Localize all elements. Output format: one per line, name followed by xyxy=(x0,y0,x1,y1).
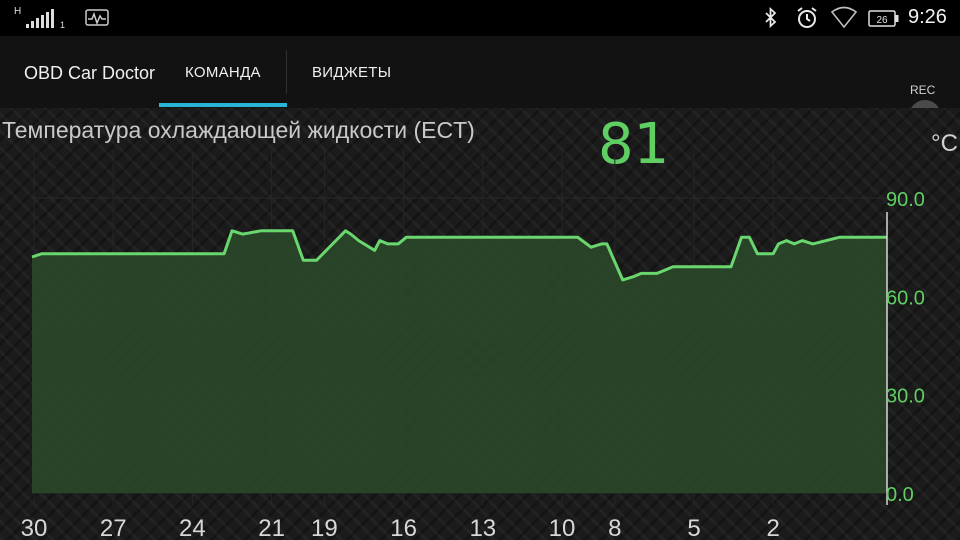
x-tick-label: 24 xyxy=(179,515,206,540)
y-tick-label: 0.0 xyxy=(886,484,914,506)
x-tick-label: 16 xyxy=(390,515,417,540)
x-tick-label: 8 xyxy=(608,515,621,540)
temperature-chart[interactable]: 90.0 60.0 30.0 0.0 30 27 24 21 19 16 13 10 8 5 2 xyxy=(0,0,960,540)
x-tick-label: 27 xyxy=(100,515,127,540)
chart-plot xyxy=(31,229,887,494)
x-tick-label: 13 xyxy=(469,515,496,540)
x-tick-label: 2 xyxy=(767,515,780,540)
x-tick-label: 10 xyxy=(549,515,576,540)
x-tick-label: 21 xyxy=(258,515,285,540)
y-tick-label: 60.0 xyxy=(886,287,925,309)
x-tick-label: 5 xyxy=(687,515,700,540)
y-tick-label: 90.0 xyxy=(886,189,925,211)
x-tick-label: 30 xyxy=(21,515,48,540)
series-area xyxy=(32,230,887,494)
y-tick-label: 30.0 xyxy=(886,386,925,408)
x-tick-label: 19 xyxy=(311,515,338,540)
